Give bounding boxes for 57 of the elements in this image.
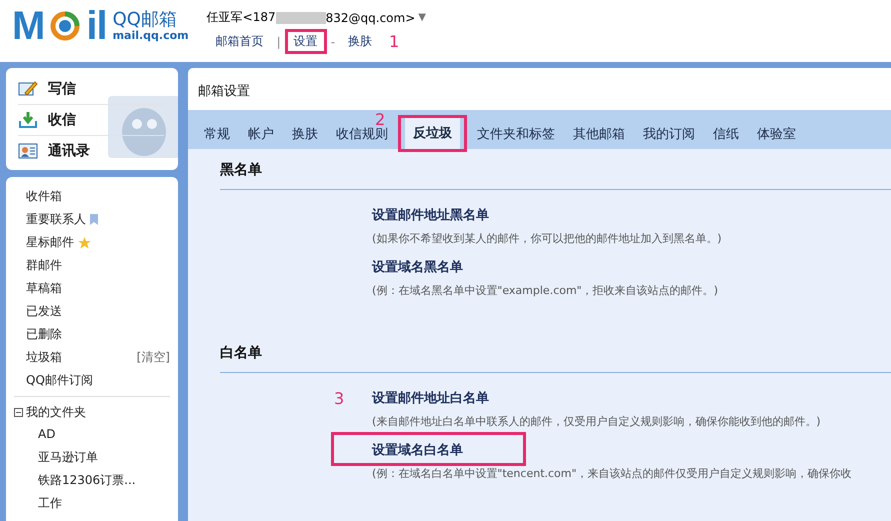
folder-item[interactable]: 亚马逊订单 [14,446,98,469]
settings-tab[interactable]: 信纸 [705,121,747,149]
folder-item[interactable]: 已发送 [14,300,170,323]
settings-tab[interactable]: 文件夹和标签 [469,121,563,149]
section-heading: 白名单 [220,332,891,373]
caret-icon[interactable]: ▼ [418,12,426,23]
header-link[interactable]: 换肤 [348,33,372,50]
header-link[interactable]: 邮箱首页 [216,33,264,50]
folder-item[interactable]: AD [14,423,56,446]
download-tray-icon [18,111,38,129]
settings-tab[interactable]: 体验室 [749,121,804,149]
folder-item[interactable]: 收件箱 [14,185,170,208]
folder-item[interactable]: 群邮件 [14,254,170,277]
contact-card-icon [18,143,38,159]
annotation-number: 3 [334,389,344,408]
link-separator: | [276,34,281,48]
blurred-text [276,12,326,24]
empty-trash-link[interactable]: [清空] [136,349,170,366]
annotation-number: 1 [389,32,400,51]
settings-link[interactable]: 设置域名黑名单 [372,258,463,276]
folder-item[interactable]: 工作 [14,492,62,515]
settings-note: (例：在域名白名单中设置"tencent.com"，来自该站点的邮件仅受用户自定义规则影响，确保你收 [372,466,852,481]
settings-link[interactable]: 设置邮件地址白名单 [372,389,489,407]
annotation-number: 2 [375,110,386,129]
settings-note: (如果你不希望收到某人的邮件，你可以把他的邮件地址加入到黑名单。) [372,231,722,246]
page-title: 邮箱设置 [197,83,251,101]
settings-note: (来自邮件地址白名单中联系人的邮件，仅受用户自定义规则影响，确保你能收到他的邮件。) [372,414,821,429]
sidebar-action[interactable]: 写信 [18,74,164,105]
pencil-icon [18,80,38,98]
folder-item[interactable]: 重要联系人 [14,208,170,231]
settings-tab[interactable]: 我的订阅 [635,121,703,149]
header-link[interactable]: 设置 [294,33,318,50]
ring-logo-icon [50,11,80,41]
folder-item[interactable]: 草稿箱 [14,277,170,300]
folder-item[interactable]: QQ邮件订阅 [14,369,170,392]
settings-tab[interactable]: 其他邮箱 [565,121,633,149]
settings-tab[interactable]: 反垃圾 [405,118,460,149]
user-name: 任亚军<187 [206,9,276,26]
folder-group-label[interactable]: 我的文件夹 [26,404,86,420]
settings-tab[interactable]: 常规 [196,121,238,149]
star-icon [78,236,91,248]
folder-item[interactable]: 星标邮件 [14,231,170,254]
sidebar-action[interactable]: 通讯录 [18,136,164,166]
bookmark-icon [90,214,98,225]
section-heading: 黑名单 [220,149,891,190]
settings-tab[interactable]: 帐户 [240,121,282,149]
folder-item[interactable]: 已删除 [14,323,170,346]
user-email: 832@qq.com> [326,10,416,24]
settings-note: (例：在域名黑名单中设置"example.com"，拒收来自该站点的邮件。) [372,283,718,298]
folder-item[interactable]: 垃圾箱 [清空] [14,346,170,369]
sidebar-action[interactable]: 收信 [18,105,164,136]
settings-tab[interactable]: 换肤 [284,121,326,149]
settings-link[interactable]: 设置域名白名单 [372,441,463,459]
collapse-toggle-icon[interactable] [14,408,23,416]
folder-item[interactable]: 铁路12306订票... [14,469,136,492]
link-separator: - [330,34,336,48]
settings-link[interactable]: 设置邮件地址黑名单 [372,206,489,224]
